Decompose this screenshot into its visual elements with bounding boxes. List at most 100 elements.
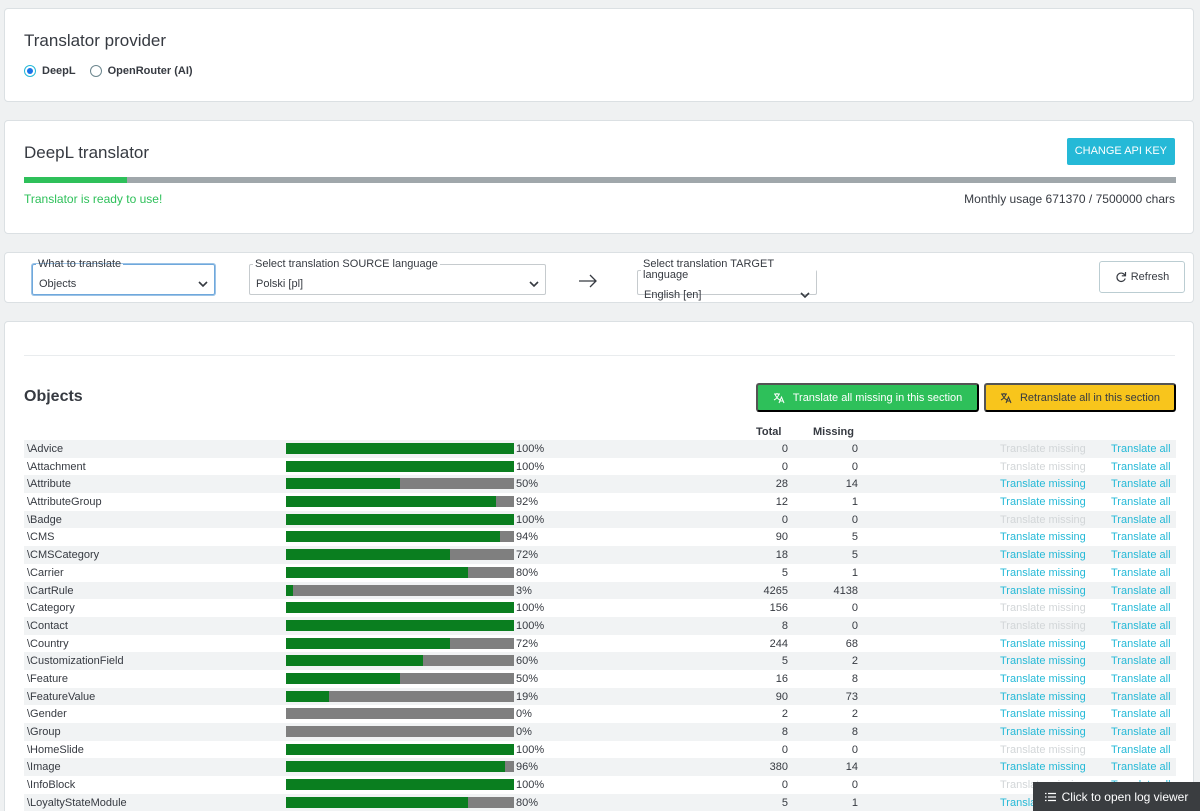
translate-missing-link[interactable]: Translate missing <box>1000 725 1086 739</box>
table-row: \Badge 100% 0 0 Translate missing Translate a… <box>24 510 1176 529</box>
progress-percent: 19% <box>516 690 539 703</box>
translate-all-link[interactable]: Translate all <box>1111 672 1171 686</box>
table-row: \CMSCategory 72% 18 5 Translate missing Trans… <box>24 546 1176 564</box>
total-count: 5 <box>781 655 788 668</box>
source-language-value: Polski [pl] <box>256 278 304 290</box>
translate-all-link[interactable]: Translate all <box>1111 743 1171 757</box>
translate-missing-link[interactable]: Translate missing <box>1000 654 1086 668</box>
total-count: 90 <box>775 531 788 544</box>
translate-all-link[interactable]: Translate all <box>1111 601 1171 615</box>
translate-all-link[interactable]: Translate all <box>1111 460 1171 474</box>
translate-all-link[interactable]: Translate all <box>1111 654 1171 668</box>
log-viewer-button[interactable]: Click to open log viewer <box>1033 782 1200 811</box>
source-language-select[interactable]: Select translation SOURCE language Polsk… <box>249 259 546 295</box>
provider-radio-group: DeepL OpenRouter (AI) <box>24 65 207 77</box>
table-row: \AttributeGroup 92% 12 1 Translate missing Tr… <box>24 493 1176 511</box>
translate-missing-link[interactable]: Translate missing <box>1000 637 1086 651</box>
table-row: \LoyaltyStateModule80%51Translate missin… <box>24 793 1176 811</box>
retranslate-all-button[interactable]: Retranslate all in this section <box>984 383 1176 412</box>
missing-count: 1 <box>851 496 858 509</box>
divider <box>24 355 1175 356</box>
log-viewer-label: Click to open log viewer <box>1061 789 1189 804</box>
target-language-legend: Select translation TARGET language <box>643 258 774 281</box>
translate-all-link[interactable]: Translate all <box>1111 707 1171 721</box>
translate-all-missing-label: Translate all missing in this section <box>792 391 963 404</box>
table-row: \Attachment 100% 0 0 Translate missing Transl… <box>24 458 1176 476</box>
translate-missing-link[interactable]: Translate missing <box>1000 548 1086 562</box>
translate-all-link[interactable]: Translate all <box>1111 566 1171 580</box>
object-name: \CMSCategory <box>27 549 100 562</box>
progress-percent: 80% <box>516 796 539 809</box>
object-name: \Badge <box>27 513 62 526</box>
deepl-title: DeepL translator <box>24 143 150 162</box>
translate-all-link[interactable]: Translate all <box>1111 760 1171 774</box>
translate-missing-link[interactable]: Translate missing <box>1000 566 1086 580</box>
translate-missing-link[interactable]: Translate missing <box>1000 672 1086 686</box>
translate-all-link[interactable]: Translate all <box>1111 495 1171 509</box>
radio-deepl-label: DeepL <box>42 65 76 77</box>
column-header-total: Total <box>756 426 782 438</box>
target-language-select[interactable]: Select translation TARGET language Engli… <box>637 258 817 301</box>
missing-count: 4138 <box>833 584 858 597</box>
translate-missing-link[interactable]: Translate missing <box>1000 690 1086 704</box>
progress-bar <box>286 655 514 667</box>
object-name: \Attachment <box>27 460 86 473</box>
missing-count: 0 <box>851 779 858 792</box>
refresh-button[interactable]: Refresh <box>1099 261 1185 293</box>
progress-bar <box>286 708 514 720</box>
translate-missing-link[interactable]: Translate missing <box>1000 707 1086 721</box>
progress-fill <box>286 513 514 525</box>
progress-percent: 3% <box>516 584 532 597</box>
translate-all-link[interactable]: Translate all <box>1111 442 1171 456</box>
table-row: \CartRule 3% 4265 4138 Translate missing Tran… <box>24 581 1176 600</box>
refresh-icon <box>1116 272 1126 283</box>
radio-openrouter[interactable]: OpenRouter (AI) <box>89 65 193 77</box>
translate-all-link[interactable]: Translate all <box>1111 637 1171 651</box>
translate-all-link[interactable]: Translate all <box>1111 513 1171 527</box>
progress-fill <box>286 619 514 631</box>
object-name: \Feature <box>27 672 68 685</box>
missing-count: 14 <box>845 478 858 491</box>
translate-all-link[interactable]: Translate all <box>1111 690 1171 704</box>
progress-percent: 80% <box>516 566 539 579</box>
translate-missing-link: Translate missing <box>1000 460 1086 473</box>
object-name: \Attribute <box>27 478 72 491</box>
missing-count: 14 <box>845 761 858 774</box>
what-to-translate-select[interactable]: What to translate Objects <box>32 259 215 295</box>
progress-percent: 100% <box>516 513 545 526</box>
object-name: \Country <box>27 637 69 650</box>
table-row: \CustomizationField 60% 5 2 Translate missin… <box>24 652 1176 670</box>
selectors-panel: What to translate Objects Select transla… <box>4 252 1194 303</box>
progress-fill <box>286 460 514 472</box>
progress-percent: 100% <box>516 602 545 615</box>
progress-bar <box>286 443 514 454</box>
translate-missing-link[interactable]: Translate missing <box>1000 584 1086 598</box>
radio-deepl[interactable]: DeepL <box>24 65 76 77</box>
translate-missing-link[interactable]: Translate missing <box>1000 495 1086 509</box>
change-api-key-button[interactable]: CHANGE API KEY <box>1066 138 1175 165</box>
translate-missing-link: Translate missing <box>1000 743 1086 756</box>
translate-all-link[interactable]: Translate all <box>1111 548 1171 562</box>
missing-count: 0 <box>851 443 858 455</box>
progress-bar <box>286 549 514 561</box>
object-name: \FeatureValue <box>27 690 96 703</box>
translate-missing-link[interactable]: Translate missing <box>1000 760 1086 774</box>
translate-all-link[interactable]: Translate all <box>1111 619 1171 633</box>
translate-missing-link[interactable]: Translate missing <box>1000 530 1086 544</box>
translate-all-link[interactable]: Translate all <box>1111 530 1171 544</box>
translate-icon <box>773 392 785 403</box>
progress-percent: 100% <box>516 460 545 473</box>
progress-bar <box>286 460 514 472</box>
translate-missing-link[interactable]: Translate missing <box>1000 477 1086 491</box>
total-count: 8 <box>781 619 788 632</box>
progress-percent: 92% <box>516 496 539 509</box>
table-row: \InfoBlock100%00Translate missingTransla… <box>24 776 1176 794</box>
translate-all-missing-button[interactable]: Translate all missing in this section <box>756 383 979 412</box>
radio-deepl-dot[interactable] <box>24 65 36 77</box>
translate-all-link[interactable]: Translate all <box>1111 584 1171 598</box>
translate-all-link[interactable]: Translate all <box>1111 725 1171 739</box>
table-row: \Country 72% 244 68 Translate missing Transla… <box>24 635 1176 653</box>
radio-openrouter-dot[interactable] <box>89 65 102 77</box>
translate-all-link[interactable]: Translate all <box>1111 477 1171 491</box>
object-name: \AttributeGroup <box>27 496 102 509</box>
